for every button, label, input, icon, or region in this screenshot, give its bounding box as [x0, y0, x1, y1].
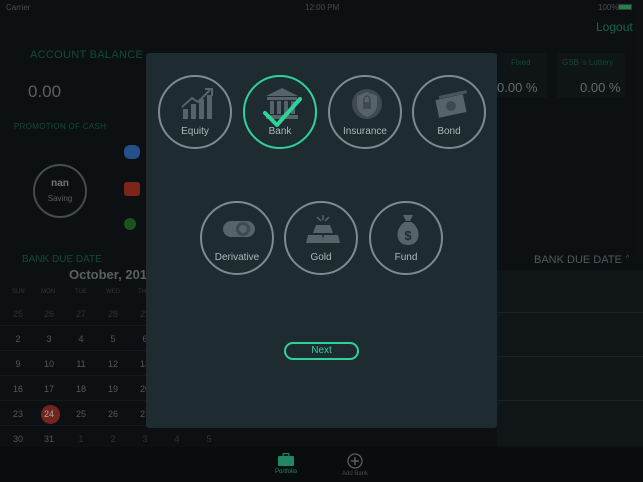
option-fund[interactable]: $ Fund	[369, 201, 443, 275]
option-derivative[interactable]: Derivative	[200, 201, 274, 275]
app-screen: Carrier 12:00 PM 100% Logout ACCOUNT BAL…	[0, 0, 643, 482]
banknote-icon	[435, 90, 467, 118]
money-bag-icon: $	[397, 215, 419, 245]
coins-icon	[223, 221, 255, 237]
option-bond[interactable]: Bond	[412, 75, 486, 149]
chart-up-icon	[181, 88, 213, 119]
gold-bars-icon	[306, 215, 340, 243]
option-insurance-label: Insurance	[343, 126, 387, 137]
option-fund-label: Fund	[394, 252, 418, 263]
option-derivative-label: Derivative	[214, 252, 260, 263]
option-equity[interactable]: Equity	[158, 75, 232, 149]
asset-type-picker: Equity Bank Insurance Bond Derivative Go…	[146, 53, 497, 428]
next-button[interactable]: Next	[284, 342, 359, 360]
option-bank[interactable]: Bank	[243, 75, 317, 149]
option-gold-label: Gold	[310, 252, 332, 263]
option-gold[interactable]: Gold	[284, 201, 358, 275]
svg-text:$: $	[404, 228, 412, 243]
checkmark-icon	[263, 97, 302, 127]
option-insurance[interactable]: Insurance	[328, 75, 402, 149]
shield-icon	[352, 89, 382, 119]
option-bond-label: Bond	[437, 126, 461, 137]
option-equity-label: Equity	[181, 126, 209, 137]
option-bank-label: Bank	[268, 126, 292, 137]
